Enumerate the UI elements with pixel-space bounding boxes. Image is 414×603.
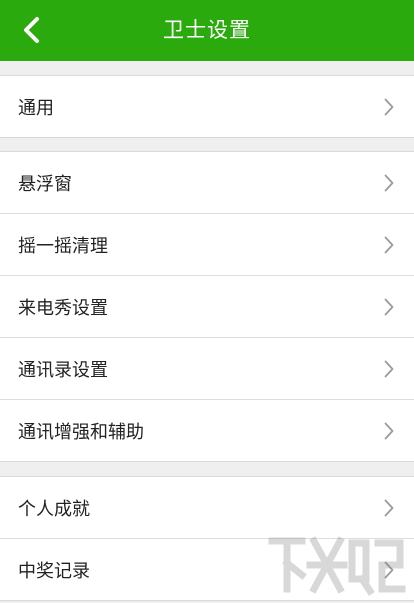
chevron-right-icon [384,499,394,516]
row-label: 摇一摇清理 [18,235,108,257]
row-label: 个人成就 [18,498,90,520]
app-header: 卫士设置 [0,0,414,61]
chevron-right-icon [384,236,394,253]
settings-row-achievements[interactable]: 个人成就 [0,477,414,538]
settings-row-floating-window[interactable]: 悬浮窗 [0,152,414,213]
settings-row-comm-enhance[interactable]: 通讯增强和辅助 [0,399,414,461]
row-label: 通讯录设置 [18,359,108,381]
chevron-right-icon [384,422,394,439]
settings-group-account: 个人成就 中奖记录 [0,476,414,601]
row-label: 悬浮窗 [18,173,72,195]
settings-row-shake-clean[interactable]: 摇一摇清理 [0,213,414,275]
page-title: 卫士设置 [163,18,251,42]
chevron-right-icon [384,98,394,115]
chevron-right-icon [384,174,394,191]
chevron-right-icon [384,561,394,578]
settings-row-contacts[interactable]: 通讯录设置 [0,337,414,399]
settings-row-prize-records[interactable]: 中奖记录 [0,538,414,600]
row-label: 中奖记录 [18,560,90,582]
row-label: 通用 [18,97,54,119]
settings-group-general: 通用 [0,75,414,138]
settings-row-general[interactable]: 通用 [0,76,414,137]
settings-row-caller-show[interactable]: 来电秀设置 [0,275,414,337]
row-label: 来电秀设置 [18,297,108,319]
chevron-right-icon [384,360,394,377]
row-label: 通讯增强和辅助 [18,421,144,443]
chevron-right-icon [384,298,394,315]
settings-group-features: 悬浮窗 摇一摇清理 来电秀设置 通讯录设置 通讯增强和辅助 [0,151,414,462]
